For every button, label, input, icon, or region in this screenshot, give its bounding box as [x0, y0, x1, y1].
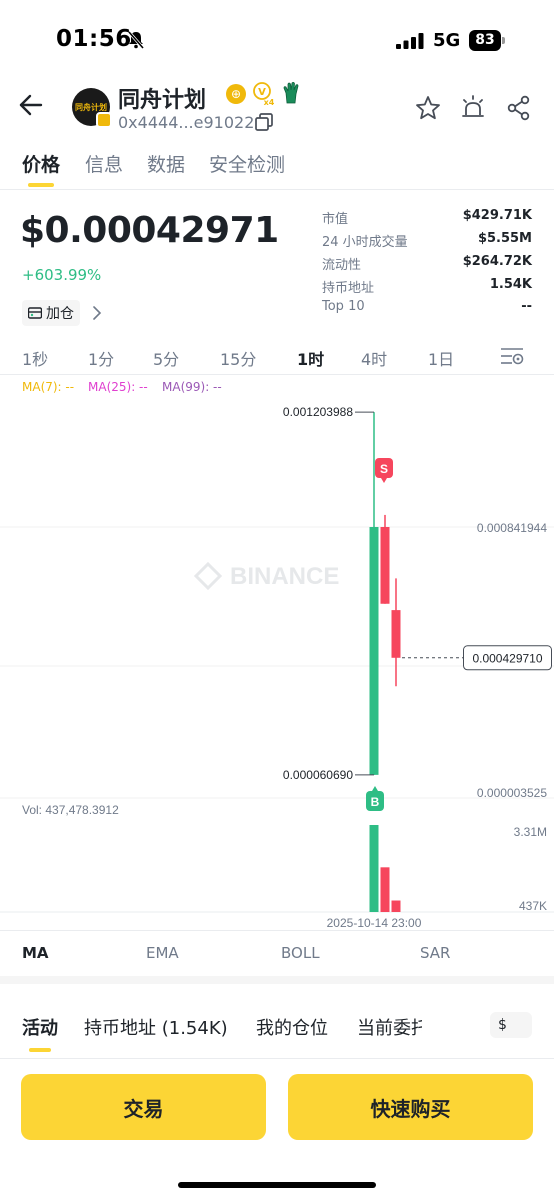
- copy-icon[interactable]: [254, 112, 274, 132]
- ma25-legend: MA(25): --: [88, 380, 148, 394]
- bnb-chain-icon: [96, 112, 112, 128]
- add-position-button[interactable]: 加仓: [22, 300, 80, 326]
- buy-marker-pointer: [372, 786, 378, 791]
- sell-marker-pointer: [381, 478, 387, 483]
- divider: [0, 189, 554, 190]
- quick-buy-button[interactable]: 快速购买: [288, 1074, 533, 1140]
- indicator-boll[interactable]: BOLL: [281, 944, 320, 962]
- volume-bar: [391, 900, 401, 912]
- candle-body: [380, 527, 390, 604]
- indicator-sar[interactable]: SAR: [420, 944, 450, 962]
- divider: [0, 1058, 554, 1059]
- coin-badge-icon: ⊕: [226, 84, 246, 104]
- tab-open-orders[interactable]: 当前委托: [357, 1014, 422, 1040]
- position-icon: [28, 307, 42, 319]
- currency-toggle[interactable]: $: [490, 1012, 532, 1038]
- binance-logo-icon: [193, 561, 223, 591]
- chart-settings-icon[interactable]: [500, 346, 524, 366]
- indicator-ma[interactable]: MA: [22, 944, 49, 962]
- volume-axis-label: 437K: [519, 899, 547, 913]
- token-name: 同舟计划: [118, 88, 207, 113]
- sell-marker-label: S: [380, 462, 388, 476]
- trade-button[interactable]: 交易: [21, 1074, 266, 1140]
- tab-my-positions[interactable]: 我的仓位: [256, 1014, 328, 1040]
- badge-multiplier: x4: [264, 98, 275, 106]
- current-price: $0.00042971: [20, 210, 279, 251]
- hand-badge-icon: [283, 82, 299, 104]
- stat-label: 市值: [322, 212, 349, 227]
- stat-value: $5.55M: [477, 231, 532, 246]
- tab-data[interactable]: 数据: [147, 150, 185, 177]
- interval-tab[interactable]: 1秒: [22, 346, 48, 370]
- current-price-label: 0.000429710: [472, 651, 542, 665]
- back-arrow-icon[interactable]: [18, 92, 44, 118]
- price-axis-label: 0.000003525: [477, 786, 547, 800]
- status-time: 01:56: [56, 26, 132, 52]
- high-price-label: 0.001203988: [283, 405, 353, 419]
- candle-body: [369, 527, 379, 775]
- home-indicator: [178, 1182, 376, 1188]
- section-gap: [0, 976, 554, 984]
- signal-icon: [396, 33, 424, 49]
- low-price-label: 0.000060690: [283, 768, 353, 782]
- alert-icon[interactable]: [460, 95, 486, 121]
- price-axis-label: 0.001261153: [478, 398, 548, 401]
- battery-icon: 83: [469, 30, 505, 51]
- divider: [0, 374, 554, 375]
- battery-level: 83: [469, 30, 501, 51]
- buy-marker-label: B: [371, 795, 380, 809]
- network-type: 5G: [433, 30, 461, 51]
- stat-label: 持币地址: [322, 281, 375, 296]
- stat-label: Top 10: [322, 299, 365, 314]
- contract-address: 0x4444...e91022: [118, 113, 255, 132]
- candle-body: [391, 610, 401, 658]
- price-axis-label: 0.000841944: [477, 521, 547, 535]
- volume-bar: [380, 867, 390, 912]
- indicator-ema[interactable]: EMA: [146, 944, 179, 962]
- volume-bar: [369, 825, 379, 912]
- stat-value: 1.54K: [489, 277, 532, 292]
- candlestick-chart[interactable]: BINANCE 0.001261153 0.000841944 0.000003525…: [0, 398, 554, 928]
- ma7-legend: MA(7): --: [22, 380, 75, 394]
- chevron-right-icon[interactable]: [92, 306, 102, 320]
- svg-text:V: V: [258, 87, 266, 98]
- interval-tab[interactable]: 5分: [153, 346, 179, 370]
- stat-value: $264.72K: [462, 254, 532, 269]
- tab-price[interactable]: 价格: [22, 150, 60, 177]
- share-icon[interactable]: [506, 95, 532, 121]
- interval-tab[interactable]: 4时: [361, 346, 387, 370]
- tab-holders[interactable]: 持币地址 (1.54K): [84, 1014, 228, 1040]
- tab-activity[interactable]: 活动: [22, 1014, 58, 1040]
- price-change: +603.99%: [22, 266, 102, 284]
- stat-label: 24 小时成交量: [322, 235, 408, 250]
- time-axis-label: 2025-10-14 23:00: [327, 916, 422, 928]
- star-icon[interactable]: [415, 95, 441, 121]
- interval-tab[interactable]: 15分: [220, 346, 256, 370]
- tab-active-indicator: [28, 183, 54, 187]
- stat-value: $429.71K: [462, 208, 532, 223]
- ma99-legend: MA(99): --: [162, 380, 222, 394]
- binance-watermark: BINANCE: [230, 563, 339, 590]
- add-position-label: 加仓: [46, 306, 74, 322]
- tab-info[interactable]: 信息: [85, 150, 123, 177]
- stat-label: 流动性: [322, 258, 362, 273]
- verified-badge-icon: V x4: [253, 82, 275, 106]
- interval-tab[interactable]: 1日: [428, 346, 454, 370]
- tab-security[interactable]: 安全检测: [209, 150, 285, 177]
- bottom-tab-active-indicator: [29, 1048, 51, 1052]
- volume-label: Vol: 437,478.3912: [22, 803, 119, 817]
- tab-open-orders-clip: 当前委托: [357, 1010, 422, 1042]
- interval-tab[interactable]: 1分: [88, 346, 114, 370]
- divider: [0, 930, 554, 931]
- bell-off-icon: [127, 31, 145, 49]
- interval-tab[interactable]: 1时: [297, 346, 324, 370]
- volume-axis-label: 3.31M: [514, 825, 547, 839]
- stat-value: --: [521, 299, 532, 314]
